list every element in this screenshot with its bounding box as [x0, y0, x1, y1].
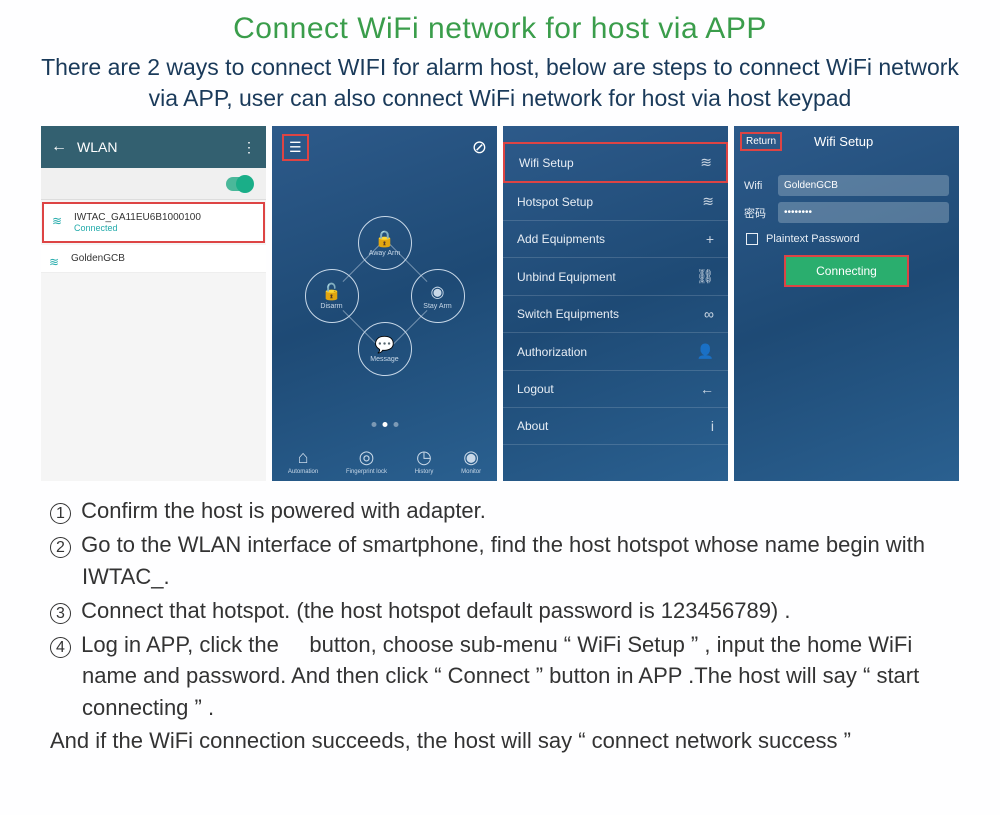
- step-number: 2: [50, 537, 71, 558]
- wlan-header: ← WLAN ⋮: [41, 126, 266, 168]
- plaintext-checkbox-row[interactable]: Plaintext Password: [746, 233, 947, 245]
- ssid-label: GoldenGCB: [71, 253, 256, 264]
- more-icon[interactable]: ⋮: [242, 139, 256, 156]
- wifi-toggle[interactable]: [226, 177, 252, 191]
- bottom-nav: ⌂Automation ◎Fingerprint lock ◷History ◉…: [272, 443, 497, 481]
- node-label: Disarm: [320, 303, 342, 310]
- globe-icon[interactable]: ⊘: [472, 137, 487, 158]
- screen-wifi-setup: Return Wifi Setup Wifi GoldenGCB 密码 ••••…: [734, 126, 959, 481]
- nav-history[interactable]: ◷History: [415, 447, 434, 475]
- camera-icon: ◉: [463, 447, 479, 468]
- arrow-left-icon: ←: [700, 381, 714, 397]
- nav-fingerprint[interactable]: ◎Fingerprint lock: [346, 447, 387, 475]
- wifi-icon: ≋: [49, 255, 59, 269]
- wlan-title: WLAN: [77, 139, 242, 155]
- step-number: 4: [50, 637, 71, 658]
- link-icon: ⛓: [696, 268, 714, 285]
- wifi-network-goldengcb[interactable]: ≋ GoldenGCB: [41, 245, 266, 273]
- menu-label: About: [517, 419, 548, 433]
- menu-label: Hotspot Setup: [517, 195, 593, 209]
- plus-icon: +: [706, 231, 714, 247]
- setup-title: Wifi Setup: [814, 134, 873, 149]
- message-icon: 💬: [375, 335, 395, 355]
- steps-list: 1 Confirm the host is powered with adapt…: [0, 481, 1000, 723]
- node-label: Message: [370, 356, 398, 363]
- nav-automation[interactable]: ⌂Automation: [288, 447, 318, 475]
- password-field: 密码 ••••••••: [744, 202, 949, 223]
- wifi-network-iwtac[interactable]: ≋ IWTAC_GA11EU6B1000100 Connected: [42, 202, 265, 243]
- node-label: Stay Arm: [423, 303, 451, 310]
- screen-menu: Wifi Setup ≋ Hotspot Setup ≋ Add Equipme…: [503, 126, 728, 481]
- wifi-icon: ≋: [702, 193, 714, 210]
- unlock-icon: 🔓: [322, 282, 342, 302]
- node-label: Away Arm: [369, 250, 400, 257]
- wifi-label: Wifi: [744, 180, 778, 192]
- step-number: 1: [50, 503, 71, 524]
- menu-label: Switch Equipments: [517, 307, 619, 321]
- step-2: 2 Go to the WLAN interface of smartphone…: [50, 529, 950, 591]
- step-text: Connect that hotspot. (the host hotspot …: [81, 598, 790, 623]
- info-icon: i: [711, 418, 714, 434]
- step-4: 4 Log in APP, click the button, choose s…: [50, 629, 950, 723]
- ssid-label: IWTAC_GA11EU6B1000100: [74, 212, 253, 223]
- back-icon[interactable]: ←: [51, 138, 67, 156]
- page-subtitle: There are 2 ways to connect WIFI for ala…: [0, 46, 1000, 122]
- menu-logout[interactable]: Logout ←: [503, 371, 728, 408]
- step-text: Confirm the host is powered with adapter…: [81, 498, 486, 523]
- message-button[interactable]: 💬 Message: [358, 322, 412, 376]
- menu-label: Logout: [517, 382, 554, 396]
- fingerprint-icon: ◎: [359, 447, 375, 468]
- checkbox-icon: [746, 233, 758, 245]
- menu-switch-equipments[interactable]: Switch Equipments ∞: [503, 296, 728, 333]
- home-topbar: ☰ ⊘: [272, 126, 497, 169]
- infinity-icon: ∞: [704, 306, 714, 322]
- wifi-input[interactable]: GoldenGCB: [778, 175, 949, 196]
- footer-text: And if the WiFi connection succeeds, the…: [0, 726, 1000, 754]
- menu-authorization[interactable]: Authorization 👤: [503, 333, 728, 371]
- menu-label: Unbind Equipment: [517, 270, 616, 284]
- disarm-button[interactable]: 🔓 Disarm: [305, 269, 359, 323]
- screen-wlan: ← WLAN ⋮ ≋ IWTAC_GA11EU6B1000100 Connect…: [41, 126, 266, 481]
- step-number: 3: [50, 603, 71, 624]
- menu-label: Authorization: [517, 345, 587, 359]
- stay-arm-button[interactable]: ◉ Stay Arm: [411, 269, 465, 323]
- person-icon: ◉: [431, 282, 445, 302]
- menu-unbind-equipment[interactable]: Unbind Equipment ⛓: [503, 258, 728, 296]
- lock-icon: 🔒: [375, 229, 395, 249]
- step-text: Go to the WLAN interface of smartphone, …: [81, 532, 925, 588]
- menu-add-equipments[interactable]: Add Equipments +: [503, 221, 728, 258]
- wifi-icon: ≋: [52, 214, 62, 228]
- menu-label: Wifi Setup: [519, 156, 574, 170]
- wifi-field: Wifi GoldenGCB: [744, 175, 949, 196]
- status-label: Connected: [74, 223, 253, 233]
- screen-home: ☰ ⊘ 🔒 Away Arm ◉ Stay Arm 💬 Message 🔓 Di…: [272, 126, 497, 481]
- menu-hotspot-setup[interactable]: Hotspot Setup ≋: [503, 183, 728, 221]
- step-3: 3 Connect that hotspot. (the host hotspo…: [50, 595, 950, 626]
- setup-header: Return Wifi Setup: [734, 126, 959, 157]
- user-icon: 👤: [697, 343, 714, 360]
- house-icon: ⌂: [298, 447, 309, 468]
- plaintext-label: Plaintext Password: [766, 233, 860, 245]
- arm-control-diamond: 🔒 Away Arm ◉ Stay Arm 💬 Message 🔓 Disarm: [305, 216, 465, 376]
- nav-monitor[interactable]: ◉Monitor: [461, 447, 481, 475]
- menu-icon[interactable]: ☰: [282, 134, 309, 161]
- menu-about[interactable]: About i: [503, 408, 728, 445]
- password-label: 密码: [744, 205, 778, 221]
- step-text: Log in APP, click the button, choose sub…: [81, 632, 919, 719]
- page-title: Connect WiFi network for host via APP: [0, 0, 1000, 46]
- clock-icon: ◷: [416, 447, 432, 468]
- wifi-icon: ≋: [700, 154, 712, 171]
- return-button[interactable]: Return: [740, 132, 782, 151]
- step-1: 1 Confirm the host is powered with adapt…: [50, 495, 950, 526]
- wifi-toggle-row: [41, 168, 266, 200]
- connect-button[interactable]: Connecting: [784, 255, 909, 287]
- password-input[interactable]: ••••••••: [778, 202, 949, 223]
- screenshot-row: ← WLAN ⋮ ≋ IWTAC_GA11EU6B1000100 Connect…: [0, 126, 1000, 481]
- away-arm-button[interactable]: 🔒 Away Arm: [358, 216, 412, 270]
- page-dots: [371, 422, 398, 427]
- menu-wifi-setup[interactable]: Wifi Setup ≋: [503, 142, 728, 183]
- menu-label: Add Equipments: [517, 232, 605, 246]
